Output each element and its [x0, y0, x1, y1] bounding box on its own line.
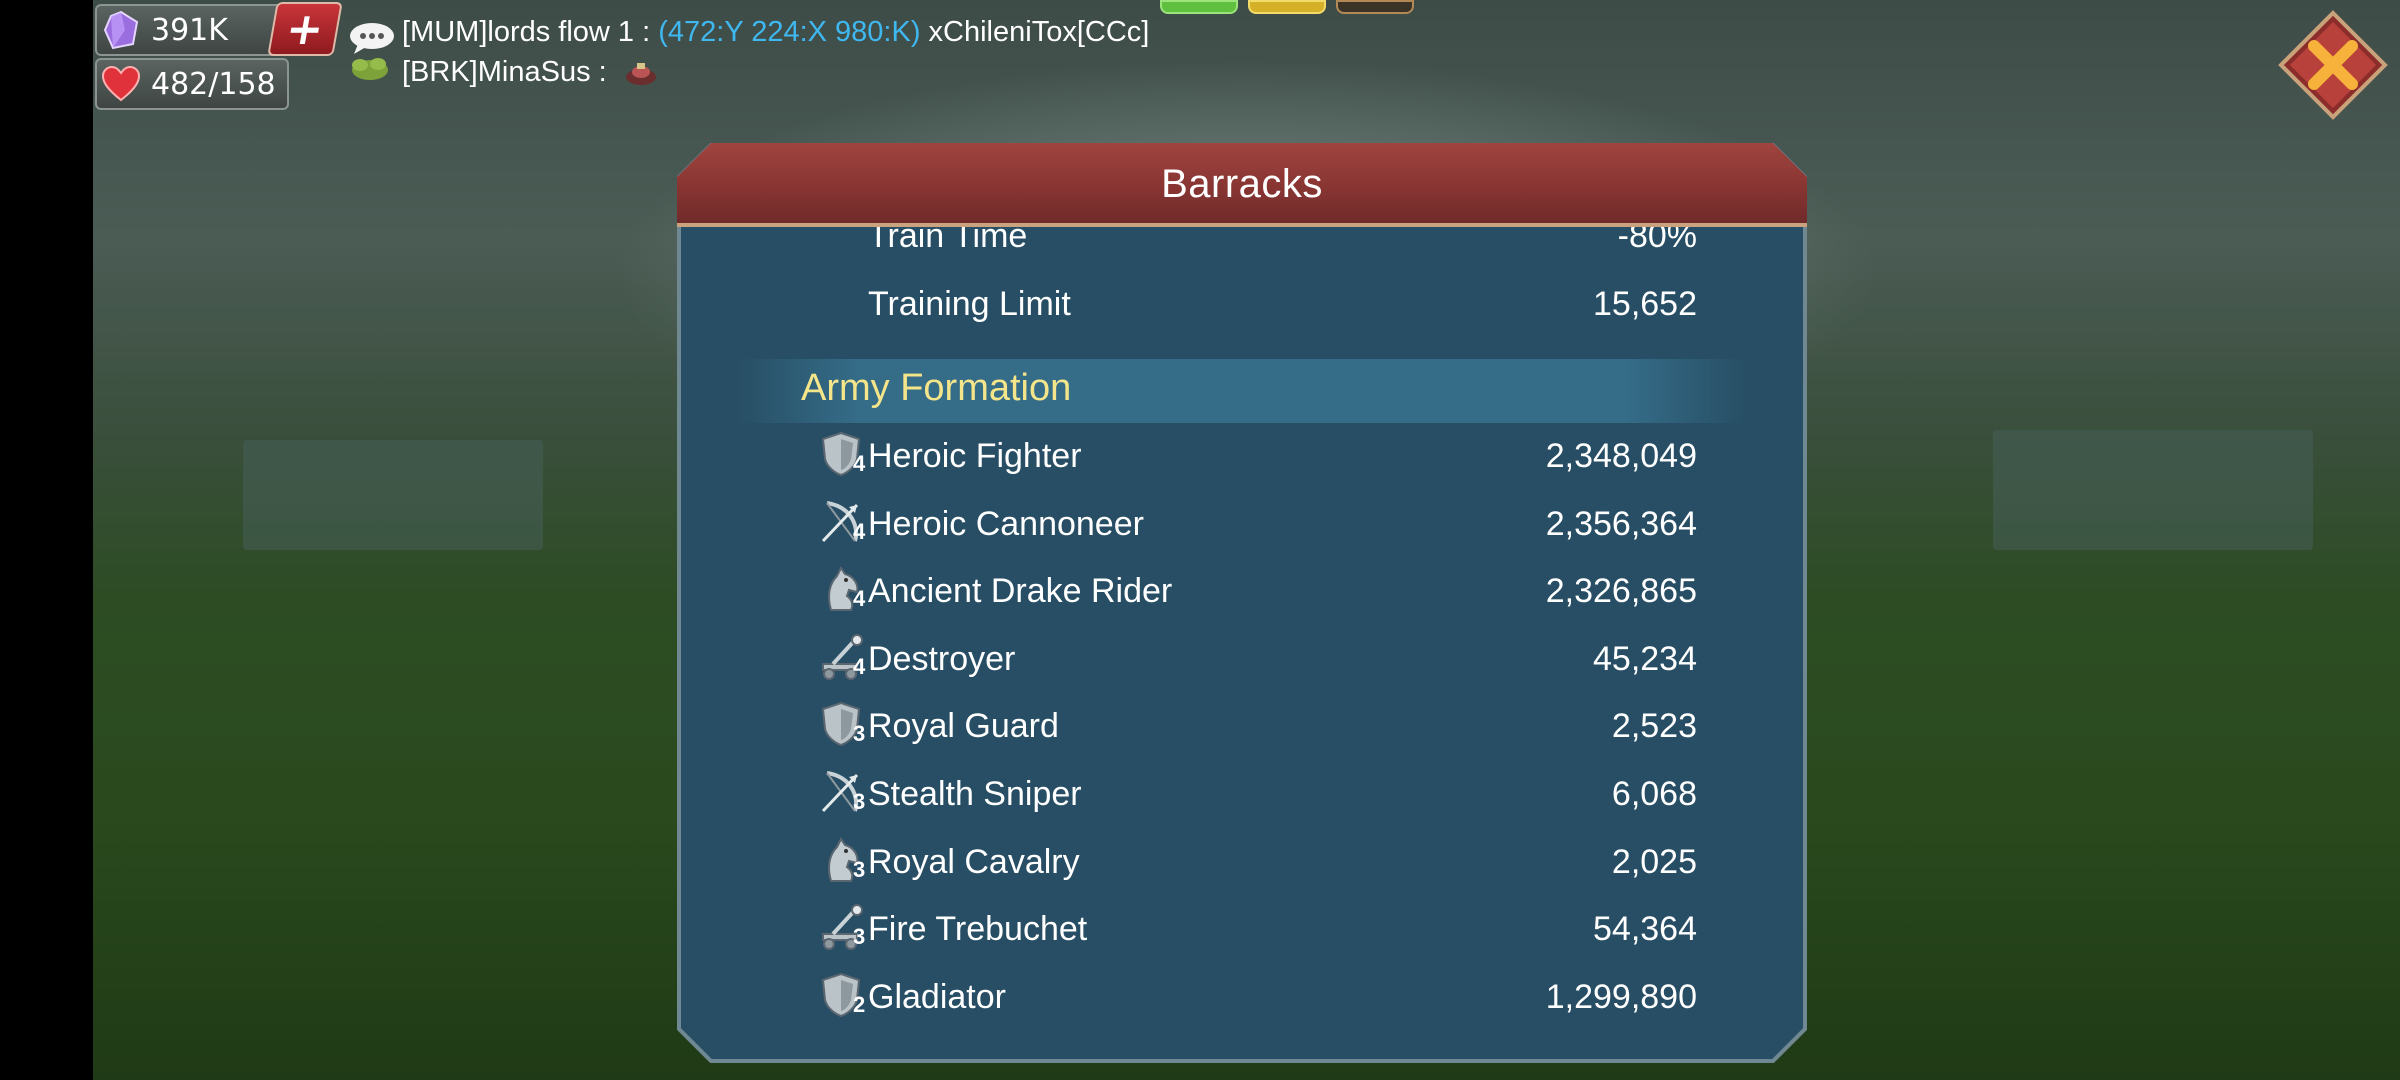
troop-row: 3 Royal Cavalry 2,025 [677, 833, 1807, 893]
section-title: Army Formation [801, 367, 1072, 409]
close-button[interactable] [2278, 10, 2388, 120]
background-ruin [1993, 430, 2313, 550]
troop-tier: 3 [853, 856, 866, 882]
left-black-strip [0, 0, 93, 1080]
gems-counter[interactable]: 391K [95, 4, 289, 56]
troop-name: Fire Trebuchet [868, 910, 1088, 949]
troop-name: Stealth Sniper [868, 775, 1082, 813]
page-indicator [1160, 0, 1238, 14]
troop-row: 2 Gladiator 1,299,890 [677, 968, 1807, 1028]
stat-value: 15,652 [1593, 285, 1697, 323]
troop-tier: 4 [853, 586, 866, 612]
troop-count: 2,348,049 [1545, 437, 1697, 475]
troop-name: Gladiator [868, 977, 1006, 1016]
barracks-scroll-list[interactable]: Train Time -80% Training Limit 15,652 Ar… [677, 227, 1807, 1063]
troop-count: 2,025 [1611, 842, 1697, 881]
stamina-counter[interactable]: 482/158 [95, 58, 289, 110]
panel-header: Barracks [677, 143, 1807, 225]
stat-label: Training Limit [868, 285, 1071, 323]
troop-tier: 2 [853, 991, 866, 1017]
troop-count: 2,356,364 [1545, 504, 1697, 543]
troop-row: 4 Heroic Cannoneer 2,356,364 [677, 495, 1807, 555]
troop-name: Destroyer [868, 639, 1016, 678]
panel-title: Barracks [1161, 161, 1323, 206]
stat-row-training-limit: Training Limit 15,652 [677, 275, 1807, 335]
chat-message-2[interactable]: [BRK]MinaSus : [402, 56, 659, 89]
troop-row: 3 Fire Trebuchet 54,364 [677, 900, 1807, 960]
troop-row: 4 Heroic Fighter 2,348,049 [677, 427, 1807, 487]
emoji-sticker-icon [623, 61, 659, 86]
gem-icon [97, 10, 145, 50]
chat-message-text: xChileniTox[CCc] [920, 16, 1150, 48]
troop-count: 45,234 [1593, 639, 1697, 678]
troop-count: 2,326,865 [1545, 572, 1697, 611]
troop-name: Royal Guard [868, 707, 1059, 746]
troop-name: Royal Cavalry [868, 842, 1080, 881]
close-icon [2278, 10, 2388, 120]
troop-tier: 4 [853, 451, 866, 476]
troop-count: 54,364 [1593, 910, 1697, 949]
stat-label: Train Time [868, 227, 1028, 255]
page-indicator [1248, 0, 1326, 14]
chat-sender: [MUM]lords flow 1 : [402, 16, 659, 48]
troop-count: 6,068 [1611, 775, 1697, 813]
troop-tier: 3 [853, 789, 866, 814]
troop-name: Heroic Fighter [868, 437, 1082, 475]
chat-icon[interactable] [346, 20, 402, 88]
troop-tier: 3 [853, 721, 866, 747]
troop-tier: 4 [853, 653, 866, 679]
stat-value: -80% [1617, 227, 1697, 255]
chat-sender: [BRK]MinaSus : [402, 56, 615, 88]
troop-row: 3 Royal Guard 2,523 [677, 697, 1807, 757]
troop-count: 2,523 [1611, 707, 1697, 746]
troop-name: Ancient Drake Rider [868, 572, 1173, 611]
troop-tier: 4 [853, 518, 866, 544]
stamina-value: 482/158 [151, 66, 276, 102]
top-page-indicators [1160, 0, 1414, 14]
page-indicator [1336, 0, 1414, 14]
troop-row: 4 Destroyer 45,234 [677, 630, 1807, 690]
heart-icon [97, 65, 145, 103]
troop-row: 3 Stealth Sniper 6,068 [677, 765, 1807, 825]
troop-count: 1,299,890 [1545, 977, 1697, 1016]
chat-message-1[interactable]: [MUM]lords flow 1 : (472:Y 224:X 980:K) … [402, 16, 1149, 49]
background-ruin [243, 440, 543, 550]
chat-coordinates-link[interactable]: (472:Y 224:X 980:K) [658, 16, 920, 48]
troop-tier: 3 [853, 924, 866, 950]
troop-row: 4 Ancient Drake Rider 2,326,865 [677, 562, 1807, 622]
troop-name: Heroic Cannoneer [868, 504, 1144, 543]
gems-value: 391K [151, 12, 228, 48]
add-gems-button[interactable]: + [267, 2, 343, 56]
stat-row-train-time: Train Time -80% [677, 227, 1807, 267]
